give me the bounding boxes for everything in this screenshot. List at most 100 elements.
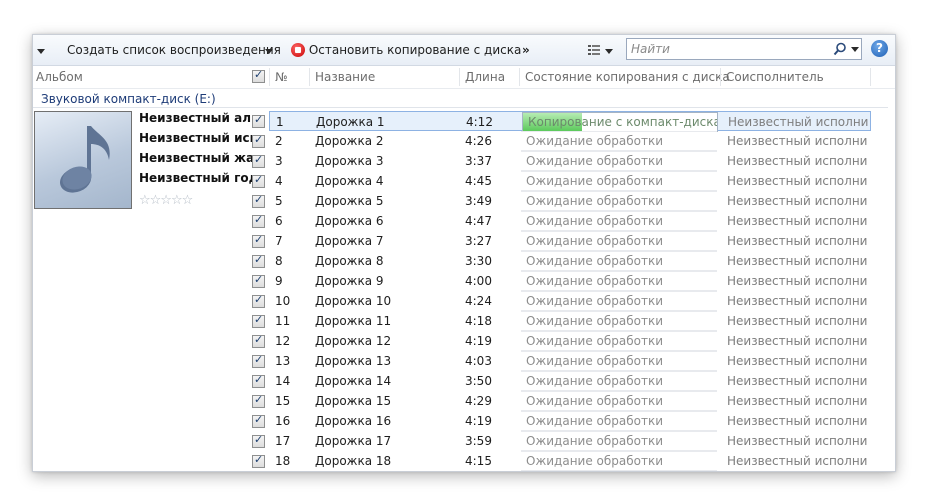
stop-rip-label: Остановить копирование с диска (308, 43, 522, 57)
track-artist: Неизвестный исполни... (727, 414, 867, 428)
track-artist: Неизвестный исполни... (727, 234, 867, 248)
table-row[interactable]: 17 Дорожка 17 3:59 Ожидание обработки Неизве… (269, 431, 871, 451)
table-row[interactable]: 5 Дорожка 5 3:49 Ожидание обработки Неизвест… (269, 191, 871, 211)
search-input[interactable] (631, 40, 829, 58)
table-row[interactable]: 9 Дорожка 9 4:00 Ожидание обработки Неизвест… (269, 271, 871, 291)
track-checkbox[interactable] (252, 233, 265, 248)
menu-dropdown-button[interactable] (37, 35, 45, 65)
track-artist: Неизвестный исполни... (727, 214, 867, 228)
track-title: Дорожка 18 (315, 454, 392, 468)
track-checkbox[interactable] (252, 413, 265, 428)
album-name[interactable]: Неизвестный альб... (139, 111, 253, 125)
track-length: 4:03 (465, 354, 492, 368)
rip-status-text: Ожидание обработки (526, 274, 664, 288)
track-checkbox[interactable] (252, 373, 265, 388)
album-year[interactable]: Неизвестный год (139, 171, 253, 185)
create-playlist-dropdown[interactable] (265, 35, 273, 65)
table-row[interactable]: 8 Дорожка 8 3:30 Ожидание обработки Неизвест… (269, 251, 871, 271)
album-artist[interactable]: Неизвестный исп... (139, 131, 253, 145)
rip-status-text: Ожидание обработки (526, 194, 664, 208)
rip-status: Ожидание обработки (521, 171, 717, 191)
rip-status: Ожидание обработки (521, 431, 717, 451)
track-number: 8 (275, 254, 283, 268)
rip-status-text: Ожидание обработки (526, 414, 664, 428)
track-number: 4 (275, 174, 283, 188)
rip-status: Ожидание обработки (521, 191, 717, 211)
table-row[interactable]: 10 Дорожка 10 4:24 Ожидание обработки Неизве… (269, 291, 871, 311)
column-album[interactable]: Альбом (36, 66, 83, 88)
track-length: 4:19 (465, 334, 492, 348)
track-checkbox[interactable] (252, 213, 265, 228)
view-options-button[interactable] (587, 35, 613, 65)
table-row[interactable]: 11 Дорожка 11 4:18 Ожидание обработки Неизве… (269, 311, 871, 331)
track-checkbox[interactable] (252, 313, 265, 328)
track-checkbox[interactable] (252, 273, 265, 288)
track-length: 3:30 (465, 254, 492, 268)
track-length: 4:26 (465, 134, 492, 148)
create-playlist-button[interactable]: Создать список воспроизведения (67, 35, 281, 65)
track-length: 3:49 (465, 194, 492, 208)
track-artist: Неизвестный исполни... (728, 115, 868, 129)
column-number[interactable]: № (275, 66, 287, 88)
stop-rip-button[interactable]: Остановить копирование с диска (291, 35, 521, 65)
track-checkbox[interactable] (252, 453, 265, 468)
table-row[interactable]: 15 Дорожка 15 4:29 Ожидание обработки Неизве… (269, 391, 871, 411)
track-checkbox[interactable] (252, 353, 265, 368)
track-artist: Неизвестный исполни... (727, 274, 867, 288)
column-rip-status[interactable]: Состояние копирования с диска (525, 66, 730, 88)
track-number: 10 (275, 294, 291, 308)
table-row[interactable]: 4 Дорожка 4 4:45 Ожидание обработки Неизвест… (269, 171, 871, 191)
table-row[interactable]: 16 Дорожка 16 4:19 Ожидание обработки Неизве… (269, 411, 871, 431)
group-title[interactable]: Звуковой компакт-диск (E:) (41, 92, 216, 106)
table-row[interactable]: 18 Дорожка 18 4:15 Ожидание обработки Неизве… (269, 451, 871, 471)
rip-status-text: Ожидание обработки (526, 434, 664, 448)
track-title: Дорожка 14 (315, 374, 392, 388)
table-row[interactable]: 3 Дорожка 3 3:37 Ожидание обработки Неизвест… (269, 151, 871, 171)
track-checkbox[interactable] (252, 333, 265, 348)
table-row[interactable]: 14 Дорожка 14 3:50 Ожидание обработки Неизве… (269, 371, 871, 391)
track-title: Дорожка 2 (315, 134, 384, 148)
track-artist: Неизвестный исполни... (727, 134, 867, 148)
track-checkbox[interactable] (252, 393, 265, 408)
search-icon[interactable] (833, 42, 847, 56)
track-number: 12 (275, 334, 291, 348)
track-artist: Неизвестный исполни... (727, 354, 867, 368)
table-row[interactable]: 1 Дорожка 1 4:12 Копирование с компакт-диск… (269, 111, 871, 132)
track-length: 4:00 (465, 274, 492, 288)
table-row[interactable]: 2 Дорожка 2 4:26 Ожидание обработки Неизвест… (269, 131, 871, 151)
more-commands-button[interactable]: » (522, 35, 530, 65)
search-box[interactable] (626, 38, 862, 60)
select-all-checkbox[interactable] (252, 68, 265, 83)
table-row[interactable]: 13 Дорожка 13 4:03 Ожидание обработки Неизве… (269, 351, 871, 371)
album-art[interactable] (34, 111, 132, 209)
album-genre[interactable]: Неизвестный жанр (139, 151, 253, 165)
rip-status-text: Ожидание обработки (526, 234, 664, 248)
track-checkbox[interactable] (252, 173, 265, 188)
column-title[interactable]: Название (315, 66, 375, 88)
track-checkbox[interactable] (252, 433, 265, 448)
rip-status-text: Ожидание обработки (526, 214, 664, 228)
track-artist: Неизвестный исполни... (727, 174, 867, 188)
rip-status-text: Ожидание обработки (526, 314, 664, 328)
track-length: 4:19 (465, 414, 492, 428)
table-row[interactable]: 7 Дорожка 7 3:27 Ожидание обработки Неизвест… (269, 231, 871, 251)
track-checkbox[interactable] (252, 293, 265, 308)
track-checkbox[interactable] (252, 113, 265, 128)
track-checkbox[interactable] (252, 133, 265, 148)
table-row[interactable]: 6 Дорожка 6 4:47 Ожидание обработки Неизвест… (269, 211, 871, 231)
track-checkbox[interactable] (252, 253, 265, 268)
search-dropdown-icon[interactable] (851, 47, 859, 52)
rip-status: Копирование с компакт-диска (3... (522, 112, 718, 132)
track-title: Дорожка 12 (315, 334, 392, 348)
column-contributing-artist[interactable]: Соисполнитель (726, 66, 824, 88)
music-note-icon (59, 126, 110, 193)
rip-status: Ожидание обработки (521, 391, 717, 411)
track-checkbox[interactable] (252, 193, 265, 208)
help-icon[interactable]: ? (871, 40, 888, 57)
track-length: 3:27 (465, 234, 492, 248)
column-length[interactable]: Длина (465, 66, 505, 88)
table-row[interactable]: 12 Дорожка 12 4:19 Ожидание обработки Неизве… (269, 331, 871, 351)
track-artist: Неизвестный исполни... (727, 454, 867, 468)
track-checkbox[interactable] (252, 153, 265, 168)
rating-stars[interactable]: ☆☆☆☆☆ (139, 193, 193, 208)
